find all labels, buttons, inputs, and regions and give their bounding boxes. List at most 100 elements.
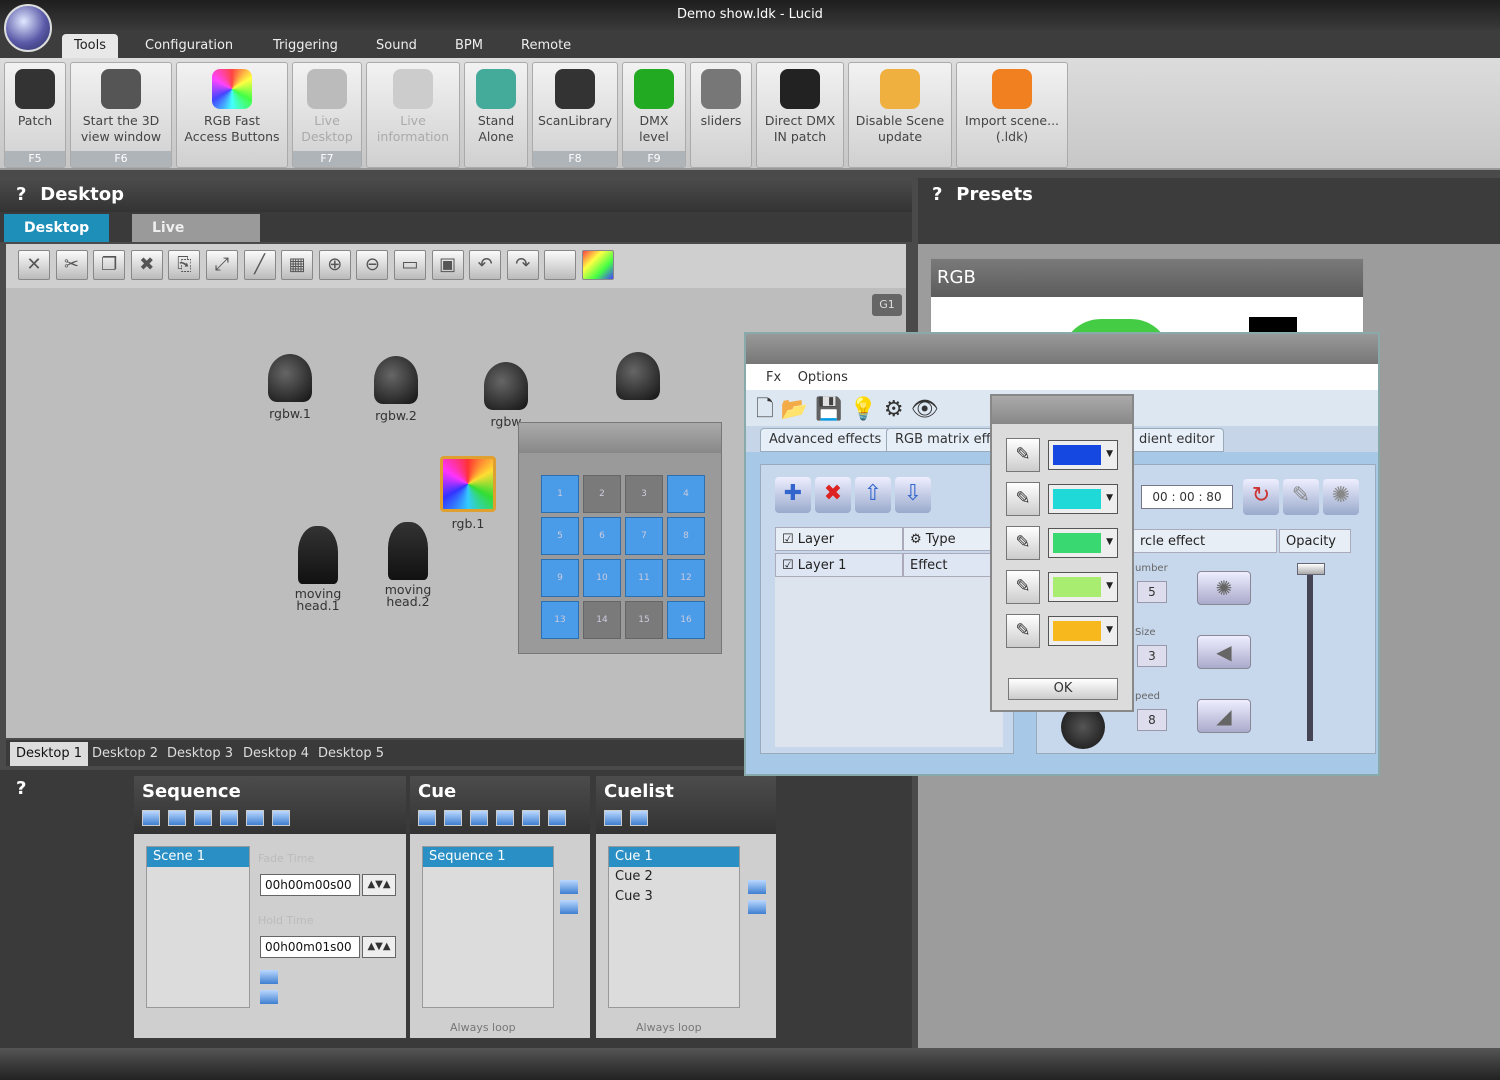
ok-button[interactable]: OK	[1008, 678, 1118, 700]
fade-time-input[interactable]: 00h00m00s00	[260, 874, 360, 896]
menu-fx[interactable]: Fx	[766, 370, 781, 385]
eye-icon[interactable]: 👁	[911, 397, 939, 422]
column-type[interactable]: ⚙ Type	[903, 527, 1003, 551]
ribbon-button-11[interactable]: Import scene... (.ldk)	[956, 62, 1068, 168]
eyedropper-icon[interactable]: ✎	[1006, 482, 1040, 516]
bulb-icon[interactable]: 💡	[850, 397, 877, 422]
list-item[interactable]: Sequence 1	[423, 847, 553, 867]
tab-configuration[interactable]: Configuration	[133, 34, 245, 58]
tab-remote[interactable]: Remote	[509, 34, 583, 58]
cuelist-toolbar[interactable]	[604, 810, 768, 831]
matrix-cell[interactable]: 4	[667, 475, 705, 513]
ribbon-button-4[interactable]: Live information	[366, 62, 460, 168]
opacity-slider-track[interactable]	[1307, 565, 1313, 741]
arrow-down-icon[interactable]: ⇩	[895, 477, 931, 513]
tab-live[interactable]: Live	[132, 214, 260, 242]
tab-gradient-editor[interactable]: dient editor	[1130, 428, 1224, 452]
line-icon[interactable]: ╱	[243, 250, 276, 280]
matrix-cell[interactable]: 11	[625, 559, 663, 597]
matrix-cell[interactable]: 1	[541, 475, 579, 513]
eyedropper-icon[interactable]: ✎	[1283, 479, 1319, 515]
matrix-cell[interactable]: 5	[541, 517, 579, 555]
eyedropper-icon[interactable]: ✎	[1006, 526, 1040, 560]
tab-advanced-effects[interactable]: Advanced effects	[760, 428, 891, 452]
matrix-cell[interactable]: 2	[583, 475, 621, 513]
fixture-rgbw-1[interactable]: rgbw.1	[260, 354, 320, 421]
number-value[interactable]: 5	[1137, 581, 1167, 603]
move-down-icon[interactable]	[260, 990, 278, 1004]
matrix-cell[interactable]: 10	[583, 559, 621, 597]
ribbon-button-6[interactable]: ScanLibrary F8	[532, 62, 618, 168]
opacity-slider-handle[interactable]	[1297, 563, 1325, 575]
gear-icon[interactable]: ⚙	[884, 397, 904, 422]
eyedropper-icon[interactable]: ✎	[1006, 570, 1040, 604]
hold-time-input[interactable]: 00h00m01s00	[260, 936, 360, 958]
tab-desktop-3[interactable]: Desktop 3	[161, 742, 239, 766]
ribbon-button-10[interactable]: Disable Scene update	[848, 62, 952, 168]
size-button[interactable]: ◀	[1197, 635, 1251, 669]
expand-icon[interactable]: ⤢	[206, 250, 238, 280]
ribbon-button-9[interactable]: Direct DMX IN patch	[756, 62, 844, 168]
cuelist-list[interactable]: Cue 1 Cue 2 Cue 3	[608, 846, 740, 1008]
ribbon-button-8[interactable]: sliders	[690, 62, 752, 168]
color-picker-popup[interactable]: ✎ ▼ ✎ ▼ ✎ ▼ ✎ ▼ ✎ ▼ OK	[990, 394, 1134, 712]
always-loop-toggle[interactable]: Always loop	[450, 1021, 516, 1034]
move-up-icon[interactable]	[260, 970, 278, 984]
new-file-icon[interactable]: 🗋	[756, 397, 774, 422]
open-folder-icon[interactable]: 📂	[781, 397, 808, 422]
move-up-icon[interactable]	[560, 880, 578, 894]
size-value[interactable]: 3	[1137, 645, 1167, 667]
zoom-in-icon[interactable]: ⊕	[318, 250, 351, 280]
effect-icon[interactable]: ↻	[1243, 479, 1279, 515]
ribbon-button-5[interactable]: Stand Alone	[464, 62, 528, 168]
scene-list[interactable]: Scene 1	[146, 846, 250, 1008]
color-icon[interactable]	[582, 250, 614, 280]
tab-desktop-2[interactable]: Desktop 2	[86, 742, 164, 766]
help-icon[interactable]: ?	[16, 778, 26, 799]
app-logo-button[interactable]	[4, 4, 52, 52]
tab-desktop-1[interactable]: Desktop 1	[10, 742, 89, 766]
tab-bpm[interactable]: BPM	[443, 34, 495, 58]
cue-list[interactable]: Sequence 1	[422, 846, 554, 1008]
monitor-icon[interactable]: ▭	[394, 250, 426, 280]
color-dropdown[interactable]: ▼	[1048, 572, 1118, 602]
blank-icon[interactable]	[544, 250, 577, 280]
ribbon-button-3[interactable]: Live Desktop F7	[292, 62, 362, 168]
rgb-matrix-window[interactable]: 1 2 3 4 5 6 7 8 9 10 11 12 13 14 15 16	[518, 422, 722, 654]
hold-time-stepper[interactable]: ▲▼▲	[362, 936, 396, 958]
matrix-cell[interactable]: 3	[625, 475, 663, 513]
list-item[interactable]: Cue 1	[609, 847, 739, 867]
ribbon-button-7[interactable]: DMX level F9	[622, 62, 686, 168]
close-icon[interactable]: ✕	[18, 250, 50, 280]
fixture-rgbw-4[interactable]	[608, 352, 668, 404]
number-button[interactable]: ✺	[1197, 571, 1251, 605]
redo-icon[interactable]: ↷	[506, 250, 539, 280]
color-dropdown[interactable]: ▼	[1048, 440, 1118, 470]
matrix-cell[interactable]: 7	[625, 517, 663, 555]
tab-desktop-4[interactable]: Desktop 4	[237, 742, 315, 766]
zoom-out-icon[interactable]: ⊖	[356, 250, 389, 280]
paste-icon[interactable]: ⎘	[168, 250, 201, 280]
help-icon[interactable]: ?	[932, 184, 950, 205]
matrix-cell[interactable]: 12	[667, 559, 705, 597]
color-dropdown[interactable]: ▼	[1048, 528, 1118, 558]
fade-time-stepper[interactable]: ▲▼▲	[362, 874, 396, 896]
tab-desktop-5[interactable]: Desktop 5	[312, 742, 390, 766]
fixture-rgb-1[interactable]: rgb.1	[438, 456, 498, 531]
matrix-cell[interactable]: 13	[541, 601, 579, 639]
color-dropdown[interactable]: ▼	[1048, 484, 1118, 514]
eyedropper-icon[interactable]: ✎	[1006, 614, 1040, 648]
matrix-cell[interactable]: 9	[541, 559, 579, 597]
arrow-up-icon[interactable]: ⇧	[855, 477, 891, 513]
always-loop-toggle[interactable]: Always loop	[636, 1021, 702, 1034]
tab-tools[interactable]: Tools	[62, 34, 119, 58]
matrix-cell[interactable]: 8	[667, 517, 705, 555]
fixture-moving-head-2[interactable]: moving head.2	[378, 522, 438, 608]
ribbon-button-2[interactable]: RGB Fast Access Buttons	[176, 62, 288, 168]
copy-icon[interactable]: ❐	[93, 250, 126, 280]
add-icon[interactable]: ✚	[775, 477, 811, 513]
column-layer[interactable]: ☑ Layer	[775, 527, 903, 551]
eyedropper-icon[interactable]: ✎	[1006, 438, 1040, 472]
sparkle-icon[interactable]: ✺	[1323, 479, 1359, 515]
menu-options[interactable]: Options	[798, 370, 848, 385]
